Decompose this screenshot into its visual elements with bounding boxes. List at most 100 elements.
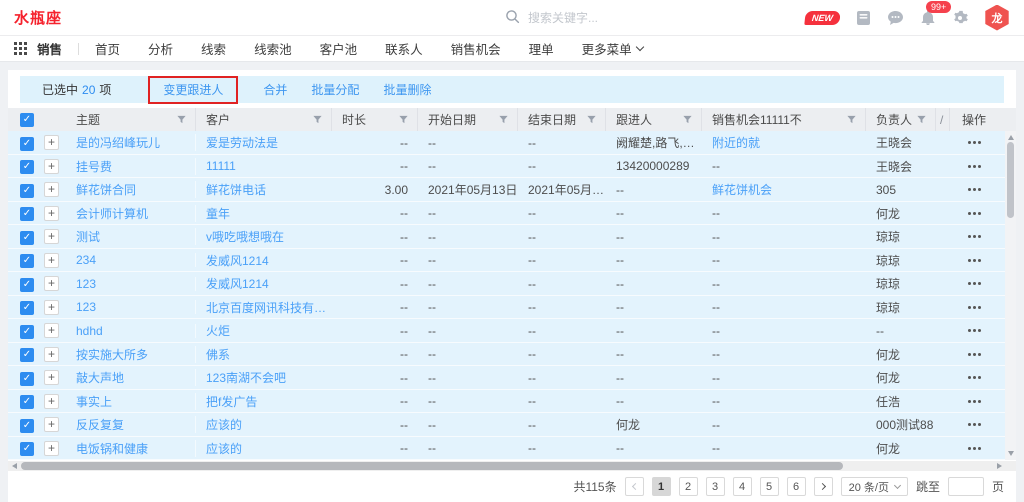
jump-page-input[interactable]	[948, 477, 984, 496]
row-more-actions-button[interactable]	[966, 231, 983, 242]
page-button-4[interactable]: 4	[733, 477, 752, 496]
app-grid-icon[interactable]	[14, 42, 27, 55]
cell-subject[interactable]: 234	[66, 253, 196, 267]
nav-tab[interactable]: 销售机会	[451, 39, 501, 58]
nav-tab[interactable]: 首页	[95, 39, 120, 58]
cell-customer[interactable]: v哦吃哦想哦在	[196, 228, 332, 245]
cell-customer[interactable]: 发威风1214	[196, 252, 332, 269]
page-button-1[interactable]: 1	[652, 477, 671, 496]
cell-customer[interactable]: 11111	[196, 159, 332, 173]
filter-icon[interactable]	[682, 114, 693, 125]
scroll-down-arrow-icon[interactable]	[1008, 451, 1014, 456]
vertical-scroll-thumb[interactable]	[1007, 142, 1014, 218]
bulk-action-button[interactable]: 合并	[263, 83, 287, 97]
cell-customer[interactable]: 佛系	[196, 346, 332, 363]
row-checkbox[interactable]	[20, 372, 34, 386]
chat-icon[interactable]	[887, 10, 904, 26]
table-row[interactable]: +事实上把f发广告----------任浩	[8, 390, 1016, 414]
expand-row-button[interactable]: +	[44, 441, 59, 456]
row-checkbox[interactable]	[20, 395, 34, 409]
row-more-actions-button[interactable]	[966, 302, 983, 313]
user-avatar[interactable]: 龙	[984, 5, 1010, 31]
table-row[interactable]: +hdhd火炬------------	[8, 319, 1016, 343]
row-checkbox[interactable]	[20, 278, 34, 292]
nav-tab[interactable]: 线索池	[254, 39, 292, 58]
cell-customer[interactable]: 应该的	[196, 440, 332, 457]
cell-customer[interactable]: 童年	[196, 205, 332, 222]
row-more-actions-button[interactable]	[966, 372, 983, 383]
horizontal-scroll-thumb[interactable]	[21, 462, 843, 470]
cell-subject[interactable]: 挂号费	[66, 158, 196, 175]
cell-customer[interactable]: 应该的	[196, 416, 332, 433]
cell-subject[interactable]: 测试	[66, 228, 196, 245]
bulk-action-change-follower[interactable]: 变更跟进人	[163, 83, 223, 97]
nav-tab[interactable]: 联系人	[385, 39, 423, 58]
row-checkbox[interactable]	[20, 325, 34, 339]
cell-subject[interactable]: 反反复复	[66, 416, 196, 433]
table-row[interactable]: +123北京百度网讯科技有限公司----------琼琼	[8, 296, 1016, 320]
cell-subject[interactable]: 事实上	[66, 393, 196, 410]
expand-row-button[interactable]: +	[44, 182, 59, 197]
expand-row-button[interactable]: +	[44, 323, 59, 338]
expand-row-button[interactable]: +	[44, 159, 59, 174]
more-menu-button[interactable]: 更多菜单	[582, 39, 643, 58]
cell-customer[interactable]: 鲜花饼电话	[196, 181, 332, 198]
page-button-2[interactable]: 2	[679, 477, 698, 496]
expand-row-button[interactable]: +	[44, 394, 59, 409]
filter-icon[interactable]	[312, 114, 323, 125]
page-button-3[interactable]: 3	[706, 477, 725, 496]
row-more-actions-button[interactable]	[966, 443, 983, 454]
row-checkbox[interactable]	[20, 419, 34, 433]
cell-subject[interactable]: 鲜花饼合同	[66, 181, 196, 198]
search-input[interactable]	[528, 11, 678, 25]
horizontal-scrollbar[interactable]	[8, 461, 1016, 471]
expand-row-button[interactable]: +	[44, 347, 59, 362]
filter-icon[interactable]	[398, 114, 409, 125]
cell-subject[interactable]: hdhd	[66, 324, 196, 338]
row-checkbox[interactable]	[20, 348, 34, 362]
nav-tab[interactable]: 分析	[148, 39, 173, 58]
row-checkbox[interactable]	[20, 160, 34, 174]
table-row[interactable]: +挂号费11111------13420000289--王晓会	[8, 155, 1016, 179]
filter-icon[interactable]	[916, 114, 927, 125]
prev-page-button[interactable]	[625, 477, 644, 496]
nav-tab[interactable]: 客户池	[320, 39, 358, 58]
row-more-actions-button[interactable]	[966, 278, 983, 289]
row-checkbox[interactable]	[20, 184, 34, 198]
filter-icon[interactable]	[176, 114, 187, 125]
row-more-actions-button[interactable]	[966, 137, 983, 148]
cell-subject[interactable]: 123	[66, 277, 196, 291]
page-size-select[interactable]: 20 条/页	[841, 477, 908, 496]
row-more-actions-button[interactable]	[966, 349, 983, 360]
cell-customer[interactable]: 火炬	[196, 322, 332, 339]
cell-opportunity[interactable]: 鲜花饼机会	[702, 181, 866, 198]
expand-row-button[interactable]: +	[44, 300, 59, 315]
expand-row-button[interactable]: +	[44, 206, 59, 221]
cell-customer[interactable]: 123南湖不会吧	[196, 369, 332, 386]
table-row[interactable]: +会计师计算机童年----------何龙	[8, 202, 1016, 226]
expand-row-button[interactable]: +	[44, 135, 59, 150]
cell-opportunity[interactable]: 附近的就	[702, 134, 866, 151]
nav-tab[interactable]: 线索	[201, 39, 226, 58]
table-row[interactable]: +是的冯绍峰玩儿爱是劳动法是------阙耀楚,路飞,韩二二附近的就王晓会	[8, 131, 1016, 155]
filter-icon[interactable]	[586, 114, 597, 125]
scroll-left-arrow-icon[interactable]	[12, 463, 17, 469]
page-button-5[interactable]: 5	[760, 477, 779, 496]
cell-subject[interactable]: 是的冯绍峰玩儿	[66, 134, 196, 151]
filter-icon[interactable]	[846, 114, 857, 125]
bulk-action-button[interactable]: 批量删除	[383, 83, 431, 97]
table-row[interactable]: +234发威风1214----------琼琼	[8, 249, 1016, 273]
row-more-actions-button[interactable]	[966, 396, 983, 407]
cell-subject[interactable]: 会计师计算机	[66, 205, 196, 222]
bulk-action-button[interactable]: 批量分配	[311, 83, 359, 97]
table-row[interactable]: +敲大声地123南湖不会吧----------何龙	[8, 366, 1016, 390]
row-checkbox[interactable]	[20, 207, 34, 221]
row-checkbox[interactable]	[20, 442, 34, 456]
expand-row-button[interactable]: +	[44, 276, 59, 291]
row-checkbox[interactable]	[20, 137, 34, 151]
cell-subject[interactable]: 电饭锅和健康	[66, 440, 196, 457]
row-more-actions-button[interactable]	[966, 255, 983, 266]
table-row[interactable]: +123发威风1214----------琼琼	[8, 272, 1016, 296]
row-more-actions-button[interactable]	[966, 184, 983, 195]
cell-subject[interactable]: 按实施大所多	[66, 346, 196, 363]
